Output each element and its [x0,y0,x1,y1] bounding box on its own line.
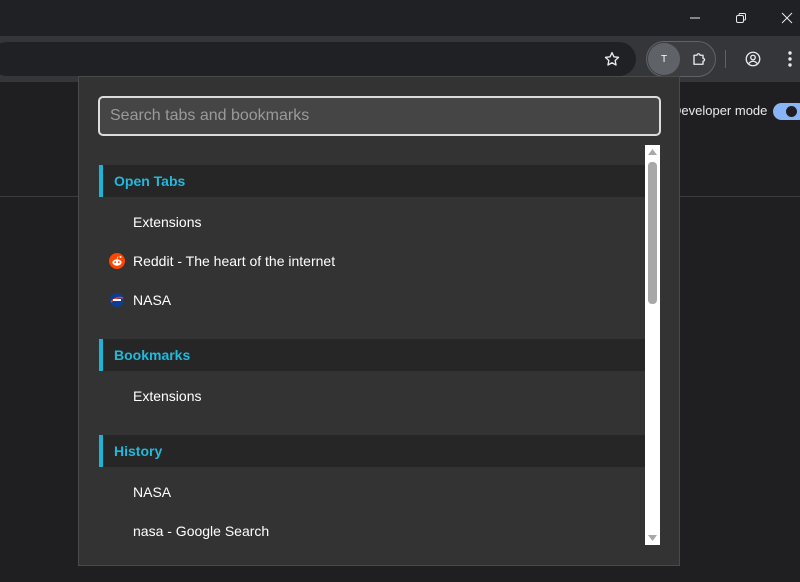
results-list: Open Tabs Extensions Reddit - The heart … [99,145,645,545]
list-item[interactable]: Extensions [99,378,645,414]
item-label: NASA [133,292,172,308]
scrollbar-thumb[interactable] [648,162,657,304]
account-avatar[interactable]: T [648,43,680,75]
toggle-knob [786,106,797,117]
extensions-puzzle-icon[interactable] [688,47,712,71]
item-label: Extensions [133,214,202,230]
blank-favicon [109,484,125,500]
address-bar[interactable] [0,42,636,76]
list-item[interactable]: NASA [99,474,645,510]
scrollbar[interactable] [645,145,660,545]
blank-favicon [109,523,125,539]
blank-favicon [109,388,125,404]
profile-icon[interactable] [741,47,765,71]
tab-search-popup: Open Tabs Extensions Reddit - The heart … [78,76,680,566]
blank-favicon [109,214,125,230]
search-input[interactable] [98,96,661,136]
section-header-open-tabs: Open Tabs [99,165,645,197]
dev-mode-label: Developer mode [680,103,768,118]
scroll-up-arrow-icon[interactable] [645,145,660,159]
list-item[interactable]: NASA [99,282,645,318]
window-titlebar [0,0,800,36]
menu-kebab-icon[interactable] [778,47,800,71]
account-initial: T [660,53,668,65]
section-title: Open Tabs [114,173,186,189]
list-item[interactable]: Extensions [99,204,645,240]
item-label: nasa - Google Search [133,523,270,539]
list-item[interactable]: Reddit - The heart of the internet [99,243,645,279]
star-icon[interactable] [600,47,624,71]
section-header-history: History [99,435,645,467]
item-label: NASA [133,484,172,500]
toolbar-divider [725,50,726,68]
close-icon[interactable] [764,0,800,36]
reddit-icon [109,253,125,269]
scroll-down-arrow-icon[interactable] [645,531,660,545]
list-item[interactable]: nasa - Google Search [99,513,645,545]
item-label: Extensions [133,388,202,404]
dev-mode-toggle[interactable] [773,103,800,120]
section-title: History [114,443,163,459]
item-label: Reddit - The heart of the internet [133,253,336,269]
section-header-bookmarks: Bookmarks [99,339,645,371]
minimize-icon[interactable] [672,0,718,36]
restore-icon[interactable] [718,0,764,36]
nasa-icon [109,292,125,308]
section-title: Bookmarks [114,347,191,363]
